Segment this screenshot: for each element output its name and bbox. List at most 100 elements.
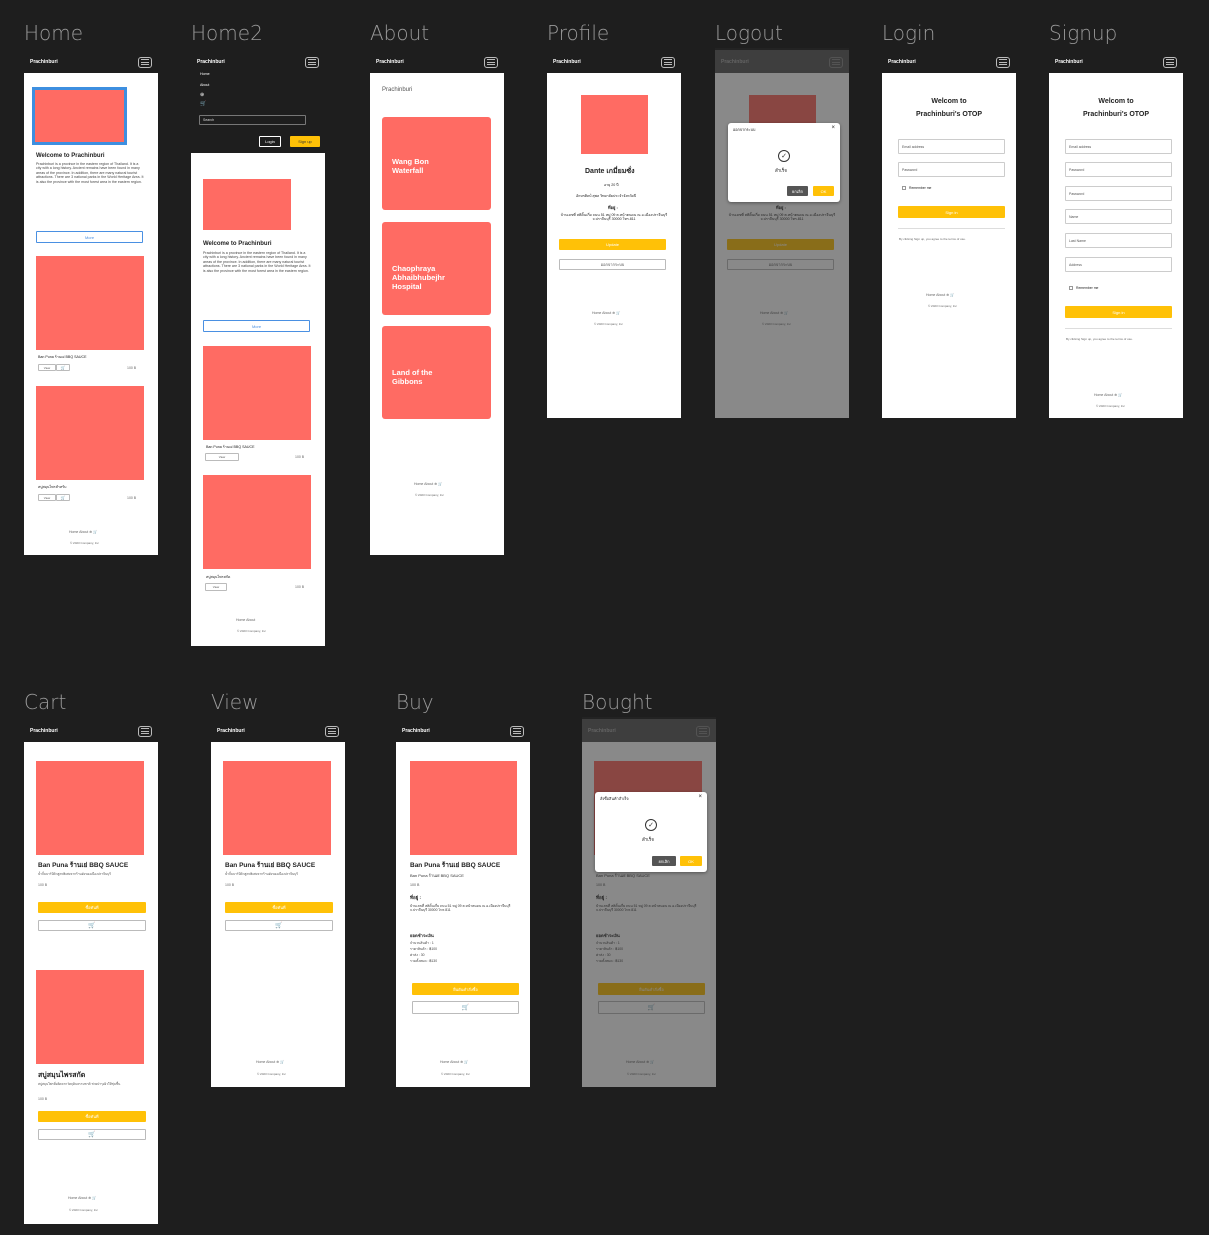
footer-about-link[interactable]: About bbox=[602, 311, 611, 315]
last-name-field[interactable]: Last Name bbox=[1065, 233, 1172, 248]
nav-home-link[interactable]: Home bbox=[200, 72, 210, 76]
footer-home-link[interactable]: Home bbox=[926, 293, 935, 297]
brand-logo[interactable]: Prachinburi bbox=[402, 728, 430, 734]
hamburger-menu-icon[interactable] bbox=[484, 56, 498, 68]
globe-icon[interactable]: ⊕ bbox=[434, 482, 437, 486]
cart-icon[interactable]: 🛒 bbox=[950, 293, 954, 297]
footer-about-link[interactable]: About bbox=[266, 1060, 275, 1064]
footer-about-link[interactable]: About bbox=[424, 482, 433, 486]
brand-logo[interactable]: Prachinburi bbox=[376, 59, 404, 65]
brand-logo[interactable]: Prachinburi bbox=[30, 59, 58, 65]
hamburger-menu-icon[interactable] bbox=[1163, 56, 1177, 68]
footer-home-link[interactable]: Home bbox=[1094, 393, 1103, 397]
cart-icon[interactable]: 🛒 bbox=[200, 101, 206, 107]
hamburger-menu-icon[interactable] bbox=[138, 725, 152, 737]
view-button[interactable]: View bbox=[38, 364, 56, 371]
footer-links: Home About ⊕ 🛒 bbox=[414, 482, 443, 486]
signup-button[interactable]: Sign up bbox=[290, 136, 320, 147]
globe-icon[interactable]: ⊕ bbox=[88, 1196, 91, 1200]
cart-icon[interactable]: 🛒 bbox=[438, 482, 442, 486]
remember-checkbox[interactable] bbox=[1069, 286, 1073, 290]
cart-icon[interactable]: 🛒 bbox=[412, 1001, 519, 1014]
footer-home-link[interactable]: Home bbox=[69, 530, 78, 534]
globe-icon[interactable]: ⊕ bbox=[89, 530, 92, 534]
cart-icon[interactable]: 🛒 bbox=[56, 494, 70, 501]
footer-home-link[interactable]: Home bbox=[68, 1196, 77, 1200]
nav-about-link[interactable]: About bbox=[200, 83, 209, 87]
hamburger-menu-icon[interactable] bbox=[510, 725, 524, 737]
place-card[interactable]: Land of the Gibbons bbox=[382, 326, 491, 419]
confirm-password-field[interactable]: Password bbox=[1065, 186, 1172, 201]
address-field[interactable]: Address bbox=[1065, 257, 1172, 272]
globe-icon[interactable]: ⊕ bbox=[200, 92, 204, 98]
password-field[interactable]: Password bbox=[1065, 162, 1172, 177]
cart-icon[interactable]: 🛒 bbox=[616, 311, 620, 315]
brand-logo[interactable]: Prachinburi bbox=[197, 59, 225, 65]
place-name: Wang Bon Waterfall bbox=[392, 157, 429, 175]
cart-icon[interactable]: 🛒 bbox=[92, 1196, 96, 1200]
search-input[interactable]: Search bbox=[199, 115, 306, 125]
footer-about-link[interactable]: About bbox=[78, 1196, 87, 1200]
place-card[interactable]: Chaophraya Abhaibhubejhr Hospital bbox=[382, 222, 491, 315]
footer-about-link[interactable]: About bbox=[246, 618, 255, 622]
footer-home-link[interactable]: Home bbox=[256, 1060, 265, 1064]
cart-icon[interactable]: 🛒 bbox=[93, 530, 97, 534]
place-card[interactable]: Wang Bon Waterfall bbox=[382, 117, 491, 210]
close-icon[interactable]: × bbox=[698, 794, 702, 800]
login-button[interactable]: Login bbox=[259, 136, 281, 147]
buy-now-button[interactable]: ซื้อทันที bbox=[225, 902, 333, 913]
buy-now-button[interactable]: ซื้อทันที bbox=[38, 1111, 146, 1122]
globe-icon[interactable]: ⊕ bbox=[1114, 393, 1117, 397]
cart-icon[interactable]: 🛒 bbox=[56, 364, 70, 371]
more-button[interactable]: More bbox=[203, 320, 310, 332]
confirm-order-button[interactable]: ยืนยันคำสั่งซื้อ bbox=[412, 983, 519, 995]
footer-home-link[interactable]: Home bbox=[440, 1060, 449, 1064]
hamburger-menu-icon[interactable] bbox=[138, 56, 152, 68]
buy-now-button[interactable]: ซื้อทันที bbox=[38, 902, 146, 913]
brand-logo[interactable]: Prachinburi bbox=[217, 728, 245, 734]
password-field[interactable]: Password bbox=[898, 162, 1005, 177]
hamburger-menu-icon[interactable] bbox=[325, 725, 339, 737]
modal-ok-button[interactable]: OK bbox=[680, 856, 702, 866]
hamburger-menu-icon[interactable] bbox=[661, 56, 675, 68]
product-description: น้ำจิ้มบาร์บีคิวสูตรพิเศษจากร้านดังของเม… bbox=[225, 872, 298, 876]
footer-home-link[interactable]: Home bbox=[414, 482, 423, 486]
footer-about-link[interactable]: About bbox=[79, 530, 88, 534]
globe-icon[interactable]: ⊕ bbox=[946, 293, 949, 297]
cart-icon[interactable]: 🛒 bbox=[280, 1060, 284, 1064]
globe-icon[interactable]: ⊕ bbox=[612, 311, 615, 315]
modal-cancel-button[interactable]: ยกเลิก bbox=[652, 856, 676, 866]
footer-about-link[interactable]: About bbox=[1104, 393, 1113, 397]
signin-button[interactable]: Sign in bbox=[898, 206, 1005, 218]
view-button[interactable]: View bbox=[205, 453, 239, 461]
footer-home-link[interactable]: Home bbox=[592, 311, 601, 315]
modal-ok-button[interactable]: OK bbox=[813, 186, 834, 196]
remember-checkbox[interactable] bbox=[902, 186, 906, 190]
brand-logo[interactable]: Prachinburi bbox=[553, 59, 581, 65]
globe-icon[interactable]: ⊕ bbox=[460, 1060, 463, 1064]
cart-icon[interactable]: 🛒 bbox=[38, 1129, 146, 1140]
email-field[interactable]: Email address bbox=[898, 139, 1005, 154]
footer-about-link[interactable]: About bbox=[450, 1060, 459, 1064]
name-field[interactable]: Name bbox=[1065, 209, 1172, 224]
globe-icon[interactable]: ⊕ bbox=[276, 1060, 279, 1064]
view-button[interactable]: View bbox=[38, 494, 56, 501]
edit-profile-button[interactable]: Update bbox=[559, 239, 666, 250]
more-button[interactable]: More bbox=[36, 231, 143, 243]
cart-icon[interactable]: 🛒 bbox=[1118, 393, 1122, 397]
cart-icon[interactable]: 🛒 bbox=[464, 1060, 468, 1064]
footer-about-link[interactable]: About bbox=[936, 293, 945, 297]
footer-home-link[interactable]: Home bbox=[236, 618, 245, 622]
brand-logo[interactable]: Prachinburi bbox=[30, 728, 58, 734]
email-field[interactable]: Email address bbox=[1065, 139, 1172, 154]
signin-button[interactable]: Sign in bbox=[1065, 306, 1172, 318]
close-icon[interactable]: × bbox=[831, 125, 835, 131]
view-button[interactable]: View bbox=[205, 583, 227, 591]
brand-logo[interactable]: Prachinburi bbox=[1055, 59, 1083, 65]
cart-icon[interactable]: 🛒 bbox=[38, 920, 146, 931]
brand-logo[interactable]: Prachinburi bbox=[888, 59, 916, 65]
modal-cancel-button[interactable]: ยกเลิก bbox=[787, 186, 808, 196]
logout-button[interactable]: ออกจากระบบ bbox=[559, 259, 666, 270]
hamburger-menu-icon[interactable] bbox=[996, 56, 1010, 68]
cart-icon[interactable]: 🛒 bbox=[225, 920, 333, 931]
